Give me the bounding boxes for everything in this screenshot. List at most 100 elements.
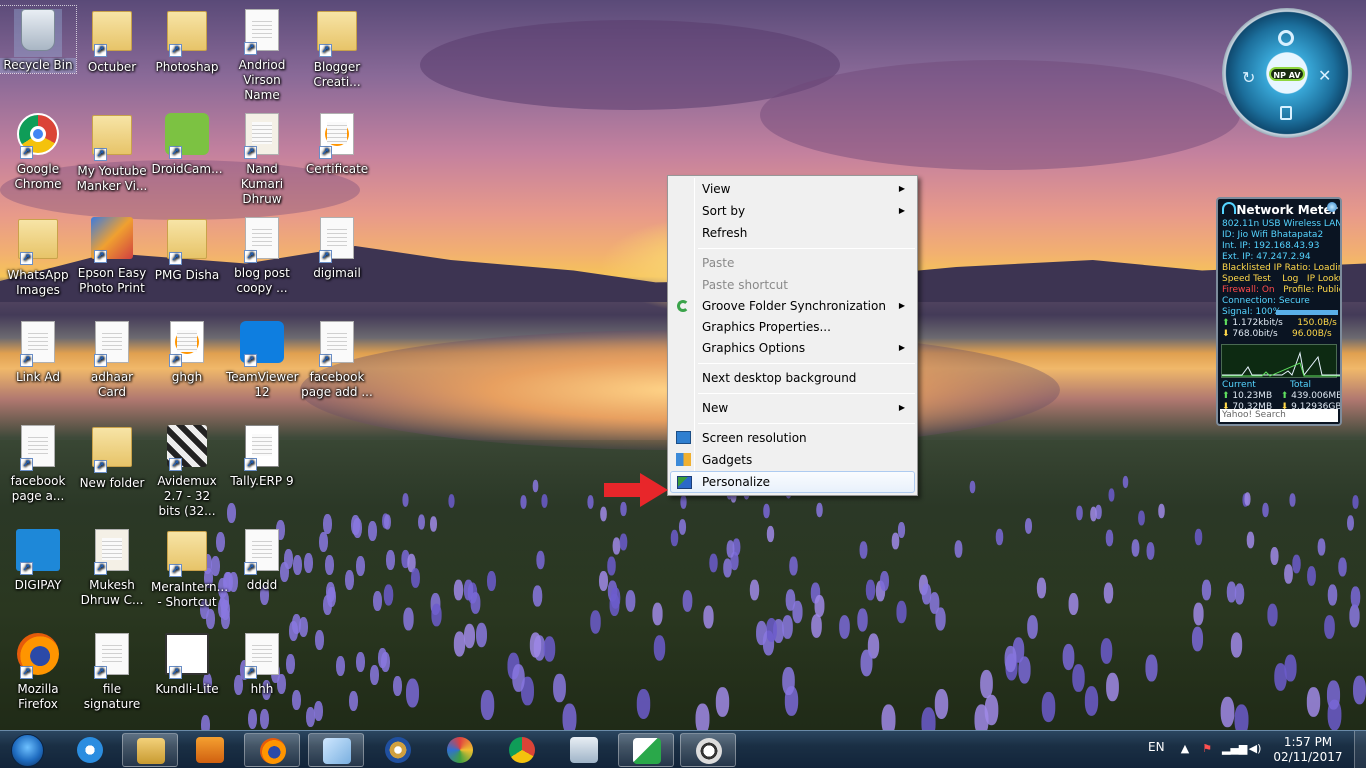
search-icon[interactable] [1278,30,1294,46]
desktop-icon[interactable]: ↗ DroidCam... [149,110,225,177]
network-meter-gadget[interactable]: Network Meter 802.11n USB Wireless LAN I… [1216,197,1342,426]
calculator-icon [570,737,598,763]
start-button[interactable] [2,732,54,768]
menu-item-view[interactable]: View ▶ [670,178,915,200]
ip-lookup-link[interactable]: IP Lookup [1307,274,1340,284]
menu-item-graphics-options[interactable]: Graphics Options ▶ [670,337,915,359]
desktop-icon-label: Octuber [87,60,137,74]
taskbar-button[interactable] [122,733,178,767]
taskbar: EN ▲ ⚑ ▂▄▆ ◀) 1:57 PM 02/11/2017 [0,730,1366,768]
desktop-icon-label: Mozilla Firefox [17,682,59,711]
desktop-icon[interactable]: ↗ Google Chrome [0,110,76,192]
document-icon: ↗ [313,321,361,369]
action-center-flag-icon[interactable]: ⚑ [1200,742,1214,756]
desktop-icon-label: facebook page a... [10,474,66,503]
desktop-icon[interactable]: ↗ WhatsApp Images [0,214,76,298]
desktop-icon[interactable]: ↗ Epson Easy Photo Print [74,214,150,296]
desktop-icon[interactable]: ↗ dddd [224,526,300,593]
epson-icon: ↗ [88,217,136,265]
desktop-icon[interactable]: ↗ Photoshap [149,6,225,75]
desktop-icon[interactable]: Recycle Bin [0,5,77,74]
desktop-icon[interactable]: ↗ Andriod Virson Name [224,6,300,103]
windows-logo-icon [11,734,44,767]
network-signal-icon[interactable]: ▂▄▆ [1222,742,1247,756]
taskbar-button[interactable] [556,733,612,767]
npav-gadget[interactable]: ↻ ✕ NP AV [1222,8,1352,138]
menu-item-personalize[interactable]: Personalize [670,471,915,493]
desktop-icon-label: My Youtube Manker Vi... [76,164,148,193]
log-link[interactable]: Log [1282,274,1298,284]
desktop-icon[interactable]: ↗ Link Ad [0,318,76,385]
desktop-icon[interactable]: ↗ Blogger Creati... [299,6,375,90]
desktop-icon[interactable]: ↗ facebook page a... [0,422,76,504]
desktop-icon[interactable]: ↗ ghgh [149,318,225,385]
list-icon[interactable] [1280,106,1292,120]
desktop-icon[interactable]: ↗ digimail [299,214,375,281]
desktop-icon-label: Mukesh Dhruw C... [80,578,144,607]
desktop-icon[interactable]: ↗ Kundli-Lite [149,630,225,697]
desktop-icon[interactable]: ↗ MeraIntern... - Shortcut [149,526,228,610]
refresh-icon[interactable]: ↻ [1242,68,1255,87]
desktop-icon[interactable]: ↗ My Youtube Manker Vi... [74,110,150,194]
npav-capsule-icon [633,738,661,764]
yahoo-search-input[interactable]: Yahoo! Search [1220,409,1338,422]
gadgets-icon [676,453,691,466]
speed-test-link[interactable]: Speed Test [1222,274,1271,284]
desktop-icon[interactable]: ↗ Tally.ERP 9 [224,422,300,489]
menu-item-sort-by[interactable]: Sort by ▶ [670,200,915,222]
taskbar-button[interactable] [680,733,736,767]
menu-item-groove-folder-synchronization[interactable]: Groove Folder Synchronization ▶ [670,295,915,317]
taskbar-button[interactable] [308,733,364,767]
desktop-icon-label: Link Ad [15,370,60,384]
desktop-icon[interactable]: ↗ Mozilla Firefox [0,630,76,712]
menu-item-graphics-properties[interactable]: Graphics Properties... [670,316,915,338]
desktop-icon[interactable]: ↗ PMG Disha [149,214,225,283]
desktop-icon[interactable]: ↗ New folder [74,422,150,491]
desktop-icon[interactable]: ↗ Certificate [299,110,375,177]
firefox-icon: ↗ [14,633,62,681]
desktop-icon[interactable]: ↗ hhh [224,630,300,697]
desktop-icon[interactable]: ↗ DIGIPAY [0,526,76,593]
menu-item-next-desktop-background[interactable]: Next desktop background [670,367,915,389]
menu-item-gadgets[interactable]: Gadgets [670,449,915,471]
taskbar-button[interactable] [494,733,550,767]
taskbar-button[interactable] [244,733,300,767]
desktop-icon[interactable]: ↗ blog post coopy ... [224,214,300,296]
menu-item-new[interactable]: New ▶ [670,397,915,419]
show-hidden-icons-icon[interactable]: ▲ [1178,742,1192,756]
desktop-icon[interactable]: ↗ Avidemux 2.7 - 32 bits (32... [149,422,225,519]
groove-sync-icon [677,300,689,312]
desktop-icon[interactable]: ↗ Mukesh Dhruw C... [74,526,150,608]
recycle-bin-icon [14,9,62,57]
taskbar-button[interactable] [62,733,118,767]
desktop[interactable]: Recycle Bin ↗ Google Chrome ↗ WhatsApp Image… [0,0,1366,730]
desktop-icon-label: Nand Kumari Dhruw [240,162,284,206]
desktop-icon[interactable]: ↗ facebook page add ... [299,318,375,400]
menu-item-refresh[interactable]: Refresh [670,222,915,244]
show-desktop-button[interactable] [1354,731,1366,768]
desktop-icon-label: PMG Disha [154,268,220,282]
desktop-icon-label: DIGIPAY [14,578,62,592]
upload-rate-bytes: 150.0B/s [1297,318,1337,328]
desktop-icon[interactable]: ↗ adhaar Card [74,318,150,400]
taskbar-button[interactable] [618,733,674,767]
desktop-icon[interactable]: ↗ Nand Kumari Dhruw [224,110,300,207]
wrench-icon[interactable]: ✕ [1318,66,1331,85]
taskbar-button[interactable] [182,733,238,767]
teamviewer-icon: ↗ [238,321,286,369]
volume-icon[interactable]: ◀) [1248,742,1262,756]
taskbar-button[interactable] [370,733,426,767]
desktop-icon[interactable]: ↗ Octuber [74,6,150,75]
taskbar-button[interactable] [432,733,488,767]
globe-icon [1327,202,1337,212]
desktop-icon[interactable]: ↗ TeamViewer 12 [224,318,300,400]
language-indicator[interactable]: EN [1148,740,1165,754]
desktop-icon-label: file signature [83,682,141,711]
firefox-document-icon: ↗ [313,113,361,161]
total-upload: 439.006MB [1291,391,1342,401]
desktop-icon[interactable]: ↗ file signature [74,630,150,712]
current-upload: 10.23MB [1232,391,1273,401]
clock[interactable]: 1:57 PM 02/11/2017 [1270,735,1346,765]
clock-time: 1:57 PM [1283,735,1333,749]
menu-item-screen-resolution[interactable]: Screen resolution [670,427,915,449]
